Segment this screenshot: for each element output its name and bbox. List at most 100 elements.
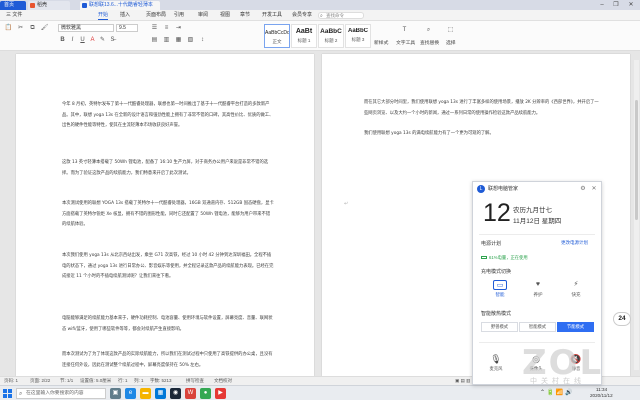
find-replace-icon[interactable]: ⌕ [424,26,433,35]
cut-icon[interactable]: ✂ [16,24,25,33]
menu-view[interactable]: 视图 [220,10,230,21]
spell-check-toggle[interactable]: 拼写检查 [186,377,204,385]
menu-insert[interactable]: 插入 [120,10,130,21]
cooling-mode-selector: 野兽模式 智能模式 节能模式 [481,322,595,332]
store-icon[interactable]: ▦ [155,388,166,399]
title-bar: 首页 稻壳 联想联13.6...十代酷睿轻薄本 – ❐ ✕ [0,0,640,10]
indent-icon[interactable]: ⇥ [174,24,183,33]
close-button[interactable]: ✕ [625,1,637,9]
bold-icon[interactable]: B [58,36,67,45]
charge-mode-title: 充电模式切换 [481,269,512,275]
microphone-icon: 🎙 [490,354,502,364]
copy-icon[interactable]: ⧉ [28,24,37,33]
text-tools-icon[interactable]: T [400,26,409,35]
text-tools-button[interactable]: 文字工具 [396,39,415,46]
taskbar-search-input[interactable]: ⌕ 在这里输入你要搜索的内容 [16,388,106,399]
start-button[interactable] [2,388,13,399]
calendar-date: 11月12日 星期四 [513,218,562,225]
style-sample: AaBbC [320,28,342,35]
italic-icon[interactable]: I [68,36,77,45]
font-color-icon[interactable]: A [88,36,97,45]
menu-review[interactable]: 审阅 [198,10,208,21]
ribbon-toolbar: 📋 ✂ ⧉ 🖌 微软雅黑 9.5 B I U A ✎ S̶ ☰ ≡ ⇥ ▤ ▥ … [0,21,640,51]
status-word-count[interactable]: 字数: 5213 [150,377,172,385]
charge-mode-care[interactable]: ♥ 养护 [525,278,551,302]
style-heading-2[interactable]: AaBbC 标题 2 [318,24,344,48]
status-position: 设置值: 5.0厘米 [80,378,112,383]
menu-developer[interactable]: 开发工具 [262,10,282,21]
change-power-plan-link[interactable]: 更改电源计划 [561,240,588,246]
calendar-day: 12 [483,199,511,227]
status-page-number: 页码: 1 [4,378,19,383]
media-player-icon[interactable]: ▶ [215,388,226,399]
align-right-icon[interactable]: ▦ [174,36,183,45]
settings-gear-icon[interactable]: ⚙ [579,185,587,193]
bullet-list-icon[interactable]: ☰ [150,24,159,33]
menu-sections[interactable]: 章节 [240,10,250,21]
edge-icon[interactable]: e [125,388,136,399]
quick-mic-toggle[interactable]: 🎙 麦克风 [483,352,509,382]
number-list-icon[interactable]: ≡ [162,24,171,33]
menu-file[interactable]: 三 文件 [6,10,22,21]
select-button[interactable]: 选择 [446,39,456,46]
document-page-left[interactable]: 今年 8 月初，英特尔发布了第十一代酷睿处理器，联想也第一时间推出了基于十一代酷… [16,54,314,376]
command-search-input[interactable]: ⌕ 查找命令 [318,12,364,19]
align-left-icon[interactable]: ▤ [150,36,159,45]
font-name-select[interactable]: 微软雅黑 [58,24,114,32]
wps-icon[interactable]: W [185,388,196,399]
select-icon[interactable]: ⬚ [446,26,455,35]
clock-date[interactable]: 2020/11/12 [590,393,613,398]
steam-icon[interactable]: ◉ [170,388,181,399]
format-painter-icon[interactable]: 🖌 [40,24,49,33]
tab-document-label: 联想联13.6...十代酷睿轻薄本 [89,2,153,8]
find-replace-button[interactable]: 查找替换 [420,39,439,46]
menu-references[interactable]: 引用 [174,10,184,21]
style-sample: AaBbC [347,28,368,34]
minimize-button[interactable]: – [596,1,608,9]
justify-icon[interactable]: ▧ [186,36,195,45]
paragraph: 本次我们使用 yoga 13s 从北京西站出发，乘坐 G71 次高铁，经过 10… [62,253,274,280]
maximize-button[interactable]: ❐ [610,1,622,9]
charge-mode-fast[interactable]: ⚡ 快充 [563,278,589,302]
task-view-icon[interactable]: ▣ [110,388,121,399]
charge-mode-label: 快充 [571,292,581,297]
tray-icons[interactable]: ⌃ 🔋 📶 🔊 [540,389,572,396]
zol-watermark-sub: 中关村在线 [530,378,585,385]
divider [479,234,595,235]
style-normal[interactable]: AaBbCcDd 正文 [264,24,290,48]
line-spacing-icon[interactable]: ↕ [198,36,207,45]
view-mode-icon[interactable]: ▣ ▤ ▥ [455,377,470,385]
cooling-mode-beast[interactable]: 野兽模式 [481,322,518,332]
paragraph: 本次测试使用的联想 YOGA 13s 搭载了英特尔十一代酷睿处理器，16GB 双… [62,201,274,228]
cooling-mode-eco[interactable]: 节能模式 [557,322,594,332]
chrome-icon[interactable]: ● [200,388,211,399]
menu-layout[interactable]: 页面布局 [146,10,166,21]
font-size-select[interactable]: 9.5 [116,24,138,32]
status-section: 节: 1/1 [60,378,74,383]
file-explorer-icon[interactable]: ▬ [140,388,151,399]
tab-docer[interactable]: 稻壳 [28,1,70,10]
lunar-date: 农历九月廿七 [513,207,552,214]
cooling-mode-smart[interactable]: 智能模式 [519,322,556,332]
menu-home[interactable]: 开始 [98,10,109,21]
paste-icon[interactable]: 📋 [4,24,13,33]
strikethrough-icon[interactable]: S̶ [108,36,117,45]
new-style-button[interactable]: 新样式 [374,39,388,46]
tab-home[interactable]: 首页 [0,1,26,10]
vertical-scrollbar[interactable] [634,60,639,370]
panel-close-icon[interactable]: ✕ [590,185,598,193]
highlight-icon[interactable]: ✎ [98,36,107,45]
style-sample: AaBt [295,28,313,35]
align-center-icon[interactable]: ▥ [162,36,171,45]
tab-document[interactable]: 联想联13.6...十代酷睿轻薄本 [80,1,160,10]
floating-badge[interactable]: 24 [613,312,631,326]
clock-time[interactable]: 11:34 [596,387,607,392]
underline-icon[interactable]: U [78,36,87,45]
charge-mode-smart[interactable]: ▭ 智能 [487,278,513,302]
proofread-button[interactable]: 文档校对 [214,377,232,385]
menu-member[interactable]: 会员专享 [292,10,312,21]
style-heading-3[interactable]: AaBbC 标题 3 [345,24,371,48]
command-search-placeholder: 查找命令 [326,13,344,18]
search-icon: ⌕ [320,13,323,19]
style-heading-1[interactable]: AaBt 标题 1 [291,24,317,48]
